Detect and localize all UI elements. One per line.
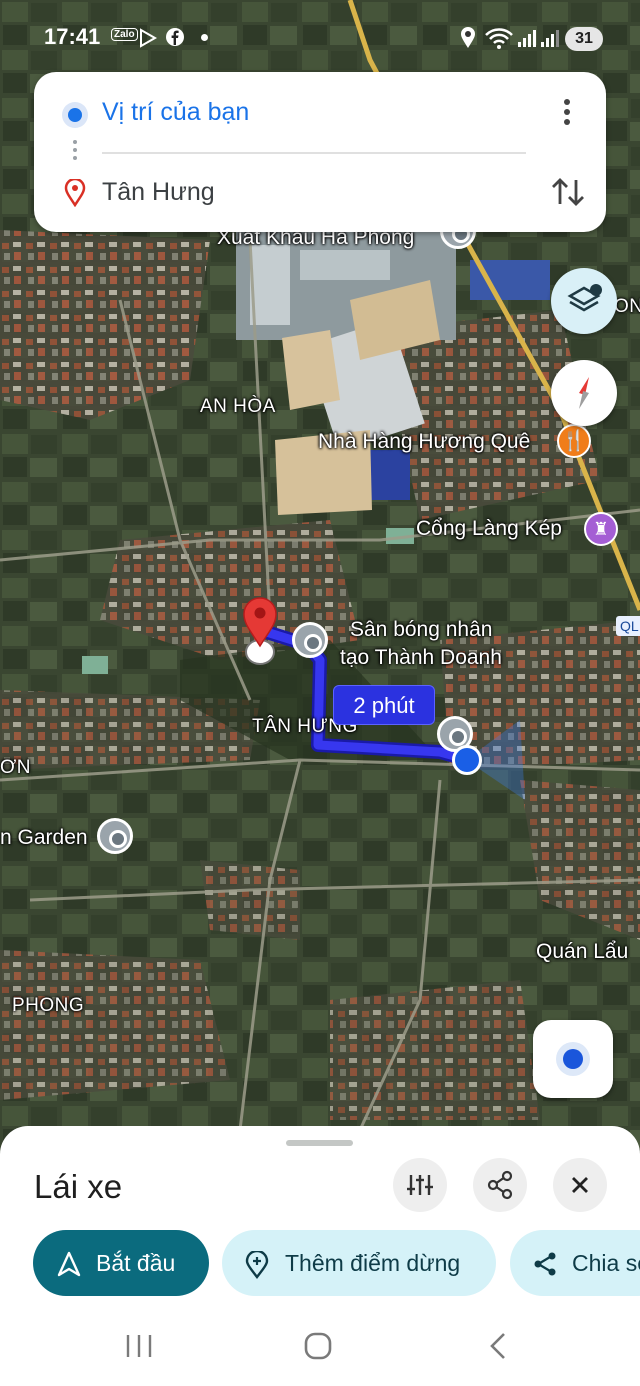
connector-dot — [73, 148, 77, 152]
my-location-button[interactable] — [533, 1020, 613, 1098]
travel-mode-title: Lái xe — [34, 1168, 123, 1205]
layers-button[interactable] — [551, 268, 617, 334]
map-label-an-hoa: AN HÒA — [200, 396, 276, 417]
signal-icon — [541, 30, 559, 47]
add-location-icon — [245, 1251, 269, 1279]
notification-dot — [201, 34, 208, 41]
home-icon[interactable] — [302, 1330, 334, 1362]
map-label-san-bong-1[interactable]: Sân bóng nhân — [350, 618, 492, 642]
signal-icon — [518, 30, 536, 47]
start-label: Bắt đầu — [96, 1250, 176, 1276]
start-button[interactable]: Bắt đầu — [33, 1230, 209, 1296]
map-label-san-bong-2[interactable]: tạo Thành Doanh — [340, 646, 502, 670]
sheet-drag-handle[interactable] — [286, 1140, 353, 1146]
eta-badge[interactable]: 2 phút — [333, 685, 435, 725]
map-label-quan-lau[interactable]: Quán Lẩu — [536, 940, 628, 964]
destination-pin-icon[interactable] — [236, 590, 284, 668]
navigation-arrow-icon — [57, 1251, 81, 1277]
layers-icon — [567, 284, 602, 312]
restaurant-icon[interactable]: 🍴 — [557, 424, 591, 458]
landmark-icon[interactable]: ♜ — [584, 512, 618, 546]
swap-directions-icon[interactable] — [548, 172, 588, 212]
add-stop-label: Thêm điểm dừng — [285, 1250, 461, 1276]
map-label-garden[interactable]: n Garden — [0, 826, 88, 850]
more-options-icon[interactable] — [552, 94, 582, 130]
map-label-on-left: ƠN — [0, 757, 32, 778]
share-route-button[interactable]: Chia sẻ — [510, 1230, 640, 1296]
field-divider — [102, 152, 526, 154]
map-label-nha-hang[interactable]: Nhà Hàng Hương Quê — [318, 430, 530, 454]
compass-button[interactable] — [551, 360, 617, 426]
route-options-button[interactable] — [393, 1158, 447, 1212]
add-stop-button[interactable]: Thêm điểm dừng — [222, 1230, 496, 1296]
back-icon[interactable] — [484, 1330, 512, 1362]
battery-indicator: 31 — [565, 27, 603, 51]
map-label-on-right: ON — [614, 296, 640, 317]
share-icon — [534, 1252, 556, 1276]
origin-dot-icon — [62, 102, 88, 128]
destination-marker-icon — [64, 179, 86, 207]
compass-icon — [579, 377, 589, 409]
close-icon — [572, 1177, 588, 1193]
map-label-cong-lang[interactable]: Cổng Làng Kép — [416, 517, 562, 541]
share-icon — [487, 1170, 513, 1200]
close-button[interactable] — [553, 1158, 607, 1212]
map-label-phong: PHONG — [12, 995, 85, 1016]
status-bar: 17:41 Zalo 31 — [0, 0, 640, 70]
poi-pin-icon[interactable] — [292, 622, 328, 658]
status-time: 17:41 — [44, 24, 101, 49]
connector-dot — [73, 156, 77, 160]
connector-dot — [73, 140, 77, 144]
share-label: Chia sẻ — [572, 1250, 640, 1276]
facebook-icon — [166, 28, 184, 46]
recent-apps-icon[interactable] — [124, 1332, 154, 1360]
play-store-icon — [140, 28, 158, 48]
wifi-icon — [485, 28, 513, 49]
location-icon — [461, 27, 475, 48]
zalo-icon: Zalo — [111, 28, 138, 41]
route-card: Vị trí của bạn Tân Hưng — [34, 72, 606, 232]
poi-pin-icon[interactable] — [97, 818, 133, 854]
system-navigation-bar — [0, 1300, 640, 1386]
road-shield: QL — [616, 616, 640, 636]
origin-field[interactable]: Vị trí của bạn — [102, 98, 249, 127]
tune-icon — [407, 1175, 433, 1195]
share-button[interactable] — [473, 1158, 527, 1212]
current-location-dot — [452, 745, 482, 775]
destination-field[interactable]: Tân Hưng — [102, 178, 215, 207]
